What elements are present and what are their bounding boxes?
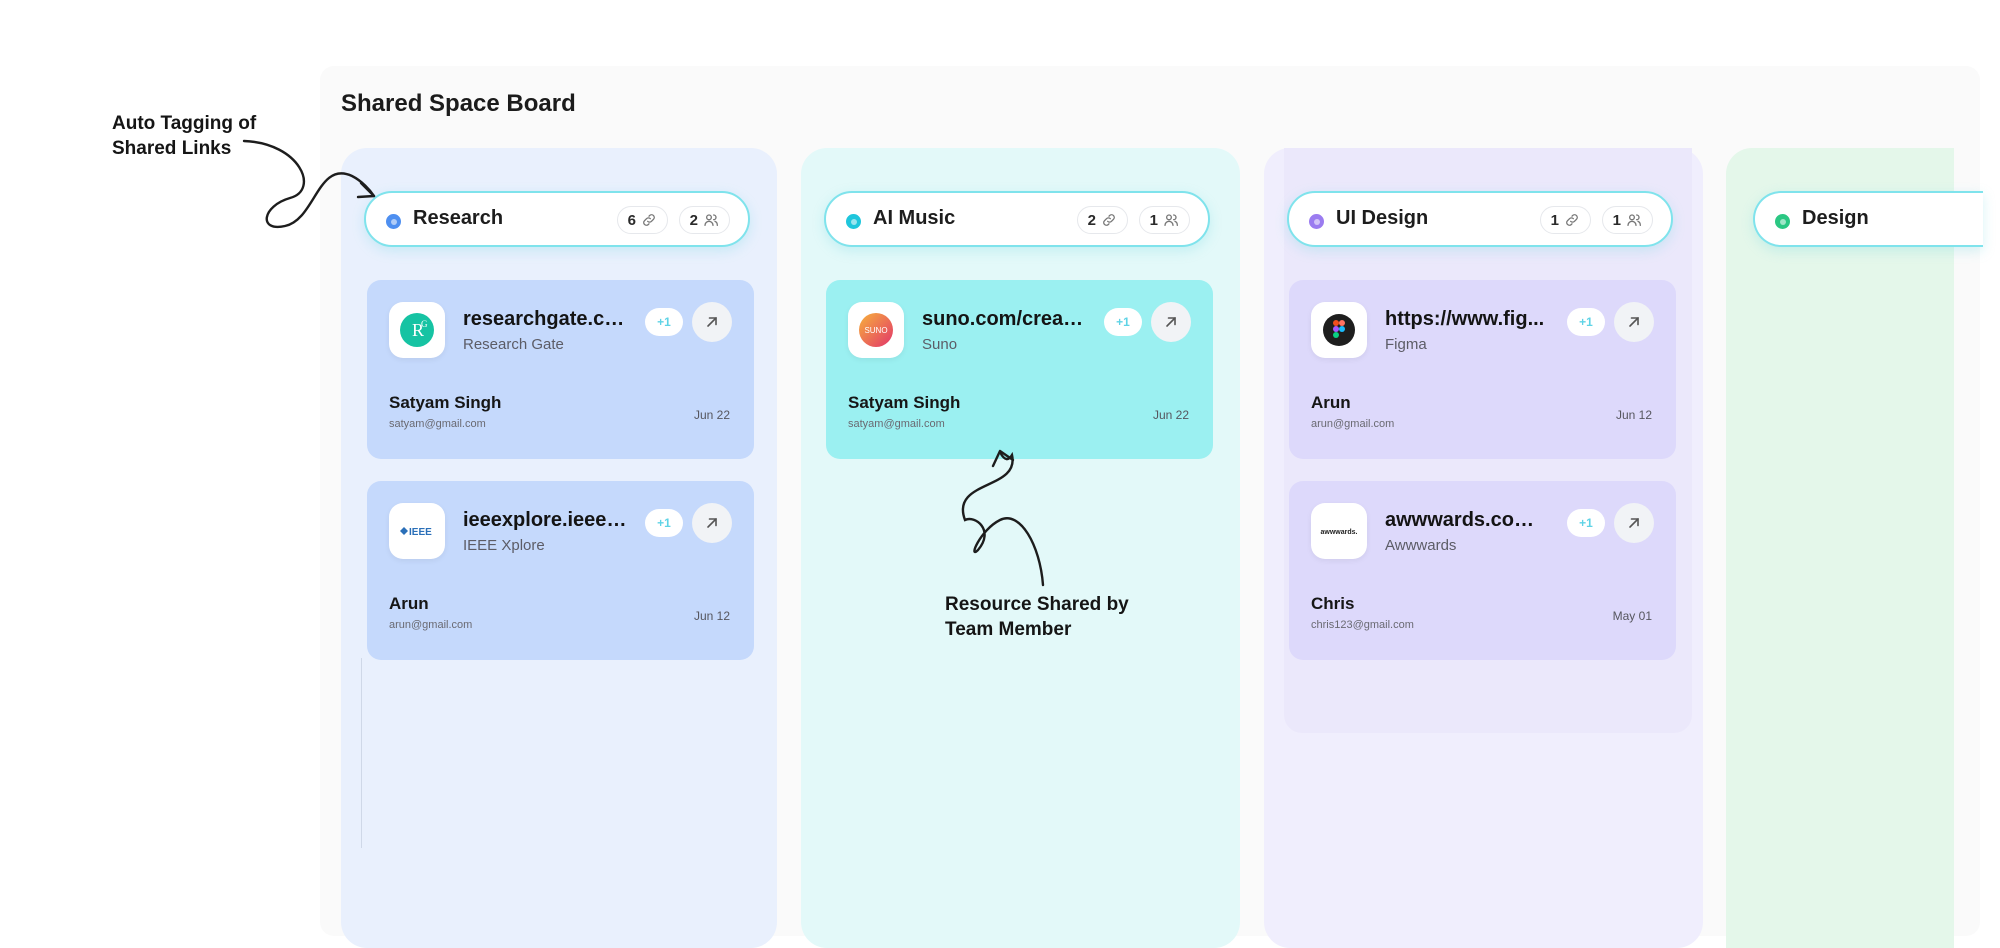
svg-text:awwwards.: awwwards.	[1321, 529, 1358, 536]
resource-url[interactable]: ieeexplore.ieee.o...	[463, 509, 629, 532]
extra-tag-badge[interactable]: +1	[1104, 308, 1142, 336]
column-design: Design	[1726, 148, 1983, 948]
links-count-chip[interactable]: 6	[616, 206, 668, 234]
resource-url[interactable]: https://www.fig...	[1385, 308, 1551, 331]
resource-url[interactable]: researchgate.co...	[463, 308, 629, 331]
resource-site-name: Suno	[922, 336, 958, 353]
members-count: 1	[1612, 211, 1621, 229]
members-count-chip[interactable]: 1	[1138, 206, 1190, 234]
shared-date: May 01	[1612, 609, 1652, 623]
users-icon	[1627, 214, 1641, 226]
arrow-up-right-icon	[1166, 317, 1176, 327]
annotation-auto-tagging: Auto Tagging of Shared Links	[112, 113, 257, 159]
shared-by-email: arun@gmail.com	[1311, 418, 1395, 430]
open-link-button[interactable]	[692, 503, 732, 543]
members-count-chip[interactable]: 1	[1601, 206, 1653, 234]
board-title: Shared Space Board	[341, 90, 576, 117]
resource-site-name: Figma	[1385, 336, 1427, 353]
shared-by-email: arun@gmail.com	[389, 619, 473, 631]
column-color-dot	[846, 214, 861, 229]
svg-text:SUNO: SUNO	[864, 326, 887, 335]
arrow-up-right-icon	[707, 317, 717, 327]
resource-card[interactable]: awwwards. awwwards.com/w Awwwards +1 Chr…	[1289, 481, 1676, 660]
open-link-button[interactable]	[1614, 503, 1654, 543]
link-icon	[1566, 214, 1578, 226]
arrow-up-right-icon	[1629, 317, 1639, 327]
column-header-ui-design[interactable]: UI Design 1 1	[1287, 191, 1673, 247]
column-divider	[361, 658, 362, 848]
extra-tag-badge[interactable]: +1	[645, 509, 683, 537]
ieee-icon: IEEE	[389, 503, 445, 559]
annotation-resource-shared: Resource Shared by Team Member	[945, 594, 1129, 640]
link-icon	[643, 214, 655, 226]
extra-tag-badge[interactable]: +1	[1567, 509, 1605, 537]
members-count: 2	[689, 211, 698, 229]
shared-date: Jun 12	[693, 609, 730, 623]
members-count-chip[interactable]: 2	[678, 206, 730, 234]
shared-date: Jun 22	[693, 408, 730, 422]
column-name: Research	[413, 207, 504, 229]
links-count-chip[interactable]: 2	[1076, 206, 1128, 234]
column-color-dot	[1309, 214, 1324, 229]
arrow-up-right-icon	[1629, 518, 1639, 528]
figma-icon	[1311, 302, 1367, 358]
links-count-chip[interactable]: 1	[1539, 206, 1591, 234]
resource-card[interactable]: https://www.fig... Figma +1 Arun arun@gm…	[1289, 280, 1676, 459]
column-research: Research 6 2 RG researchgate.co... Resea…	[341, 148, 777, 948]
users-icon	[1164, 214, 1178, 226]
shared-by-email: chris123@gmail.com	[1311, 619, 1414, 631]
link-icon	[1103, 214, 1115, 226]
column-name: UI Design	[1336, 207, 1429, 229]
column-color-dot	[386, 214, 401, 229]
shared-by-name: Satyam Singh	[848, 393, 961, 412]
shared-by-email: satyam@gmail.com	[389, 418, 486, 430]
open-link-button[interactable]	[1614, 302, 1654, 342]
column-color-dot	[1775, 214, 1790, 229]
resource-url[interactable]: suno.com/create...	[922, 308, 1088, 331]
shared-by-email: satyam@gmail.com	[848, 418, 945, 430]
researchgate-icon: RG	[389, 302, 445, 358]
shared-by-name: Chris	[1311, 594, 1355, 613]
resource-site-name: Awwwards	[1385, 537, 1457, 554]
column-ui-design: UI Design 1 1 https://www.fig... Figma +…	[1264, 148, 1703, 948]
resource-site-name: Research Gate	[463, 336, 564, 353]
members-count: 1	[1149, 211, 1158, 229]
column-header-research[interactable]: Research 6 2	[364, 191, 750, 247]
svg-text:G: G	[421, 319, 428, 329]
resource-url[interactable]: awwwards.com/w	[1385, 509, 1551, 532]
open-link-button[interactable]	[1151, 302, 1191, 342]
column-ai-music: AI Music 2 1 SUNO suno.com/create... Sun…	[801, 148, 1240, 948]
resource-card[interactable]: RG researchgate.co... Research Gate +1 S…	[367, 280, 754, 459]
users-icon	[704, 214, 718, 226]
resource-card[interactable]: IEEE ieeexplore.ieee.o... IEEE Xplore +1…	[367, 481, 754, 660]
suno-icon: SUNO	[848, 302, 904, 358]
shared-date: Jun 22	[1152, 408, 1189, 422]
resource-site-name: IEEE Xplore	[463, 537, 545, 554]
links-count: 6	[627, 211, 636, 229]
links-count: 2	[1087, 211, 1096, 229]
resource-card[interactable]: SUNO suno.com/create... Suno +1 Satyam S…	[826, 280, 1213, 459]
shared-date: Jun 12	[1615, 408, 1652, 422]
column-name: Design	[1802, 207, 1869, 229]
awwwards-icon: awwwards.	[1311, 503, 1367, 559]
shared-by-name: Arun	[389, 594, 429, 613]
links-count: 1	[1550, 211, 1559, 229]
extra-tag-badge[interactable]: +1	[645, 308, 683, 336]
arrow-up-right-icon	[707, 518, 717, 528]
column-header-design[interactable]: Design	[1753, 191, 1983, 247]
column-header-ai-music[interactable]: AI Music 2 1	[824, 191, 1210, 247]
svg-text:IEEE: IEEE	[409, 527, 432, 538]
shared-by-name: Arun	[1311, 393, 1351, 412]
column-name: AI Music	[873, 207, 956, 229]
extra-tag-badge[interactable]: +1	[1567, 308, 1605, 336]
open-link-button[interactable]	[692, 302, 732, 342]
shared-by-name: Satyam Singh	[389, 393, 502, 412]
